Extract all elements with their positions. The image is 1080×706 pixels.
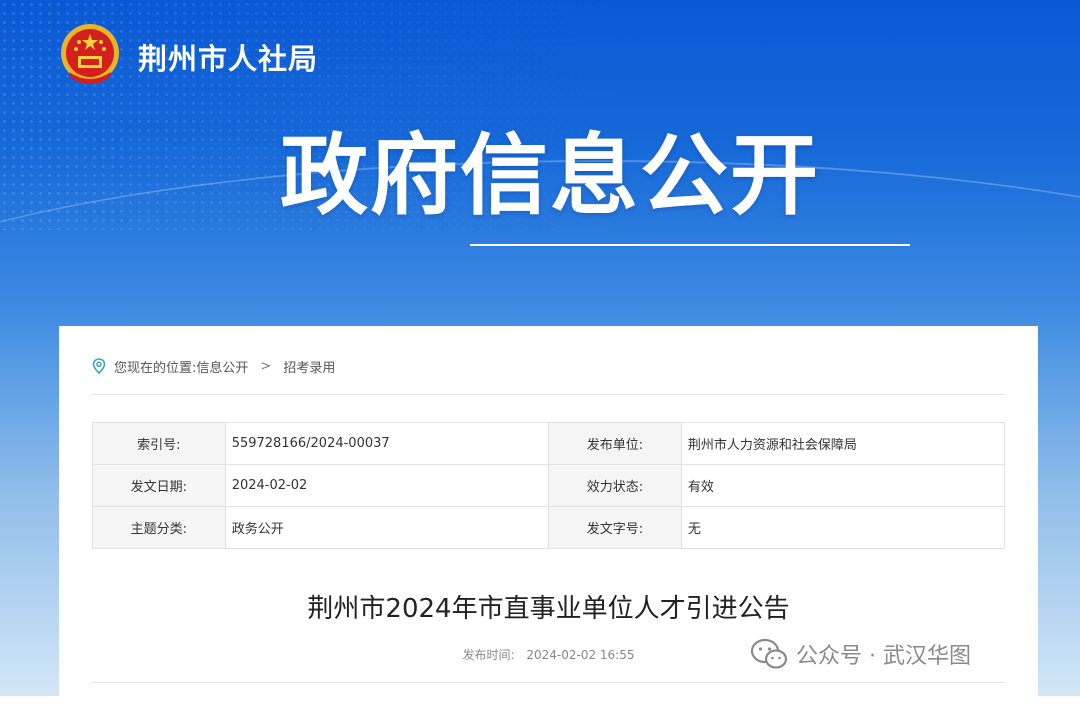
table-row: 索引号: 559728166/2024-00037 发布单位: 荆州市人力资源和… (92, 422, 1006, 465)
metadata-table: 索引号: 559728166/2024-00037 发布单位: 荆州市人力资源和… (92, 422, 1006, 549)
watermark-text: 公众号 · 武汉华图 (796, 644, 971, 669)
topic-value: 政务公开 (224, 506, 550, 549)
wechat-icon (750, 638, 788, 669)
validity-value: 有效 (680, 464, 1006, 507)
divider (92, 394, 1005, 395)
article-title: 荆州市2024年市直事业单位人才引进公告 (307, 594, 790, 624)
document-number-value: 无 (680, 506, 1006, 549)
breadcrumb-item-info-public[interactable]: 信息公开 (196, 357, 248, 376)
location-pin-icon (92, 358, 106, 374)
publisher-label: 发布单位: (548, 422, 682, 465)
validity-label: 效力状态: (548, 464, 682, 507)
breadcrumb-prefix: 您现在的位置: (114, 360, 197, 376)
watermark: 公众号 · 武汉华图 (750, 636, 971, 672)
divider (92, 682, 1005, 683)
site-name[interactable]: 荆州市人社局 (138, 36, 318, 78)
index-number-label: 索引号: (92, 422, 226, 465)
banner-underline (470, 244, 910, 246)
index-number-value: 559728166/2024-00037 (224, 422, 550, 465)
breadcrumb-item-recruitment[interactable]: 招考录用 (283, 357, 335, 376)
publisher-value: 荆州市人力资源和社会保障局 (680, 422, 1006, 465)
publish-time: 2024-02-02 16:55 (526, 648, 635, 662)
topic-label: 主题分类: (92, 506, 226, 549)
issue-date-label: 发文日期: (92, 464, 226, 507)
publish-label: 发布时间: (462, 648, 515, 662)
table-row: 主题分类: 政务公开 发文字号: 无 (92, 506, 1006, 549)
breadcrumb: 您现在的位置: 信息公开 > 招考录用 (92, 356, 335, 376)
breadcrumb-separator: > (260, 358, 272, 374)
issue-date-value: 2024-02-02 (224, 464, 550, 507)
document-number-label: 发文字号: (548, 506, 682, 549)
national-emblem-icon (61, 24, 119, 84)
table-row: 发文日期: 2024-02-02 效力状态: 有效 (92, 464, 1006, 507)
banner-title: 政府信息公开 (280, 124, 821, 227)
